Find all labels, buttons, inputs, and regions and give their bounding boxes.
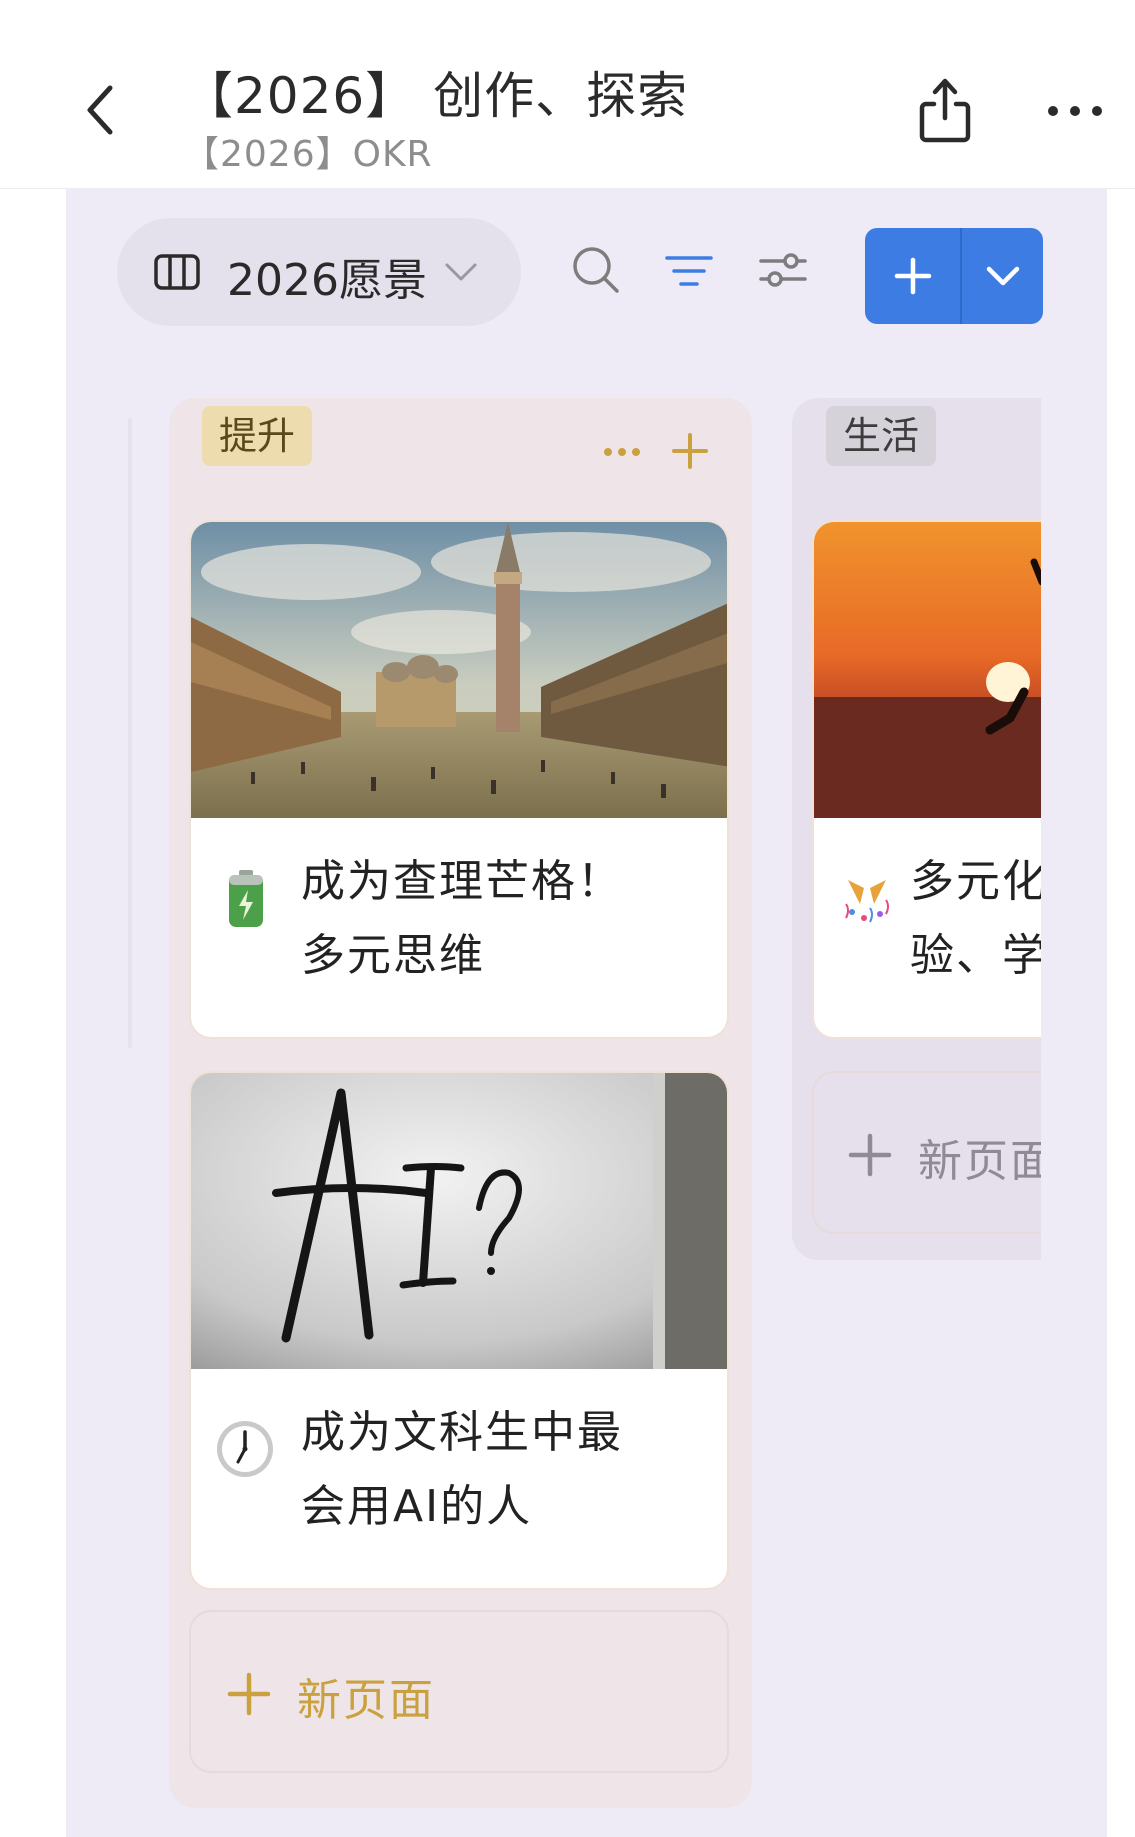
- card-title-line: 成为文科生中最: [301, 1407, 623, 1458]
- more-horizontal-icon: [1048, 106, 1102, 116]
- column-tag[interactable]: 提升: [202, 406, 313, 466]
- top-bar: 【2026】 创作、探索 【2026】OKR: [0, 0, 1135, 189]
- new-page-button[interactable]: 新页面: [189, 1610, 729, 1773]
- party-popper-icon: [840, 870, 894, 928]
- previous-column-edge: [128, 418, 132, 1048]
- card-cover-image: [191, 522, 727, 818]
- more-button[interactable]: [1045, 94, 1105, 128]
- add-options-button[interactable]: [962, 228, 1043, 324]
- sliders-icon[interactable]: [759, 250, 807, 290]
- card-title: 成为文科生中最 会用AI的人: [301, 1396, 623, 1544]
- share-icon: [919, 78, 971, 143]
- search-icon[interactable]: [571, 245, 621, 295]
- add-record-split-button: [865, 228, 1043, 324]
- kanban-card[interactable]: 多元化 验、学: [812, 520, 1041, 1039]
- card-title-line: 多元思维: [301, 930, 485, 981]
- share-button[interactable]: [916, 74, 974, 146]
- plus-icon: [894, 257, 932, 295]
- card-cover-image: [814, 522, 1041, 818]
- column-more-icon[interactable]: [602, 446, 642, 458]
- plus-icon: [848, 1133, 892, 1177]
- kanban-column: 多元化 验、学 新页面: [792, 398, 1041, 1260]
- filter-icon[interactable]: [665, 254, 713, 288]
- add-record-button[interactable]: [865, 228, 960, 324]
- kanban-card[interactable]: 成为文科生中最 会用AI的人: [189, 1071, 729, 1590]
- chevron-down-icon: [986, 266, 1020, 286]
- battery-icon: [227, 870, 265, 928]
- board-canvas: 2026愿景 提升 成为查理芒格！ 多元思维 成为文科生中最 会用AI的人 新页…: [66, 188, 1107, 1837]
- column-tag[interactable]: 生活: [826, 406, 937, 466]
- card-title-line: 成为查理芒格！: [301, 856, 623, 907]
- card-title: 成为查理芒格！ 多元思维: [301, 845, 623, 993]
- back-button[interactable]: [78, 80, 122, 140]
- card-title-line: 多元化: [910, 856, 1041, 907]
- board-view-icon: [154, 254, 200, 290]
- chevron-left-icon: [87, 85, 113, 135]
- parent-breadcrumb[interactable]: 【2026】OKR: [183, 125, 433, 177]
- new-page-label: 新页面: [297, 1675, 435, 1726]
- card-cover-image: [191, 1073, 727, 1369]
- new-page-button[interactable]: 新页面: [812, 1071, 1041, 1234]
- column-add-icon[interactable]: [671, 432, 709, 470]
- card-title: 多元化 验、学: [910, 845, 1041, 993]
- plus-icon: [227, 1672, 271, 1716]
- card-title-line: 验、学: [910, 930, 1041, 981]
- new-page-label: 新页面: [918, 1136, 1041, 1187]
- view-name: 2026愿景: [227, 255, 427, 306]
- chevron-down-icon: [445, 263, 477, 281]
- page-title: 【2026】 创作、探索: [183, 67, 689, 125]
- clock-icon: [215, 1419, 275, 1479]
- kanban-card[interactable]: 成为查理芒格！ 多元思维: [189, 520, 729, 1039]
- card-title-line: 会用AI的人: [301, 1481, 533, 1532]
